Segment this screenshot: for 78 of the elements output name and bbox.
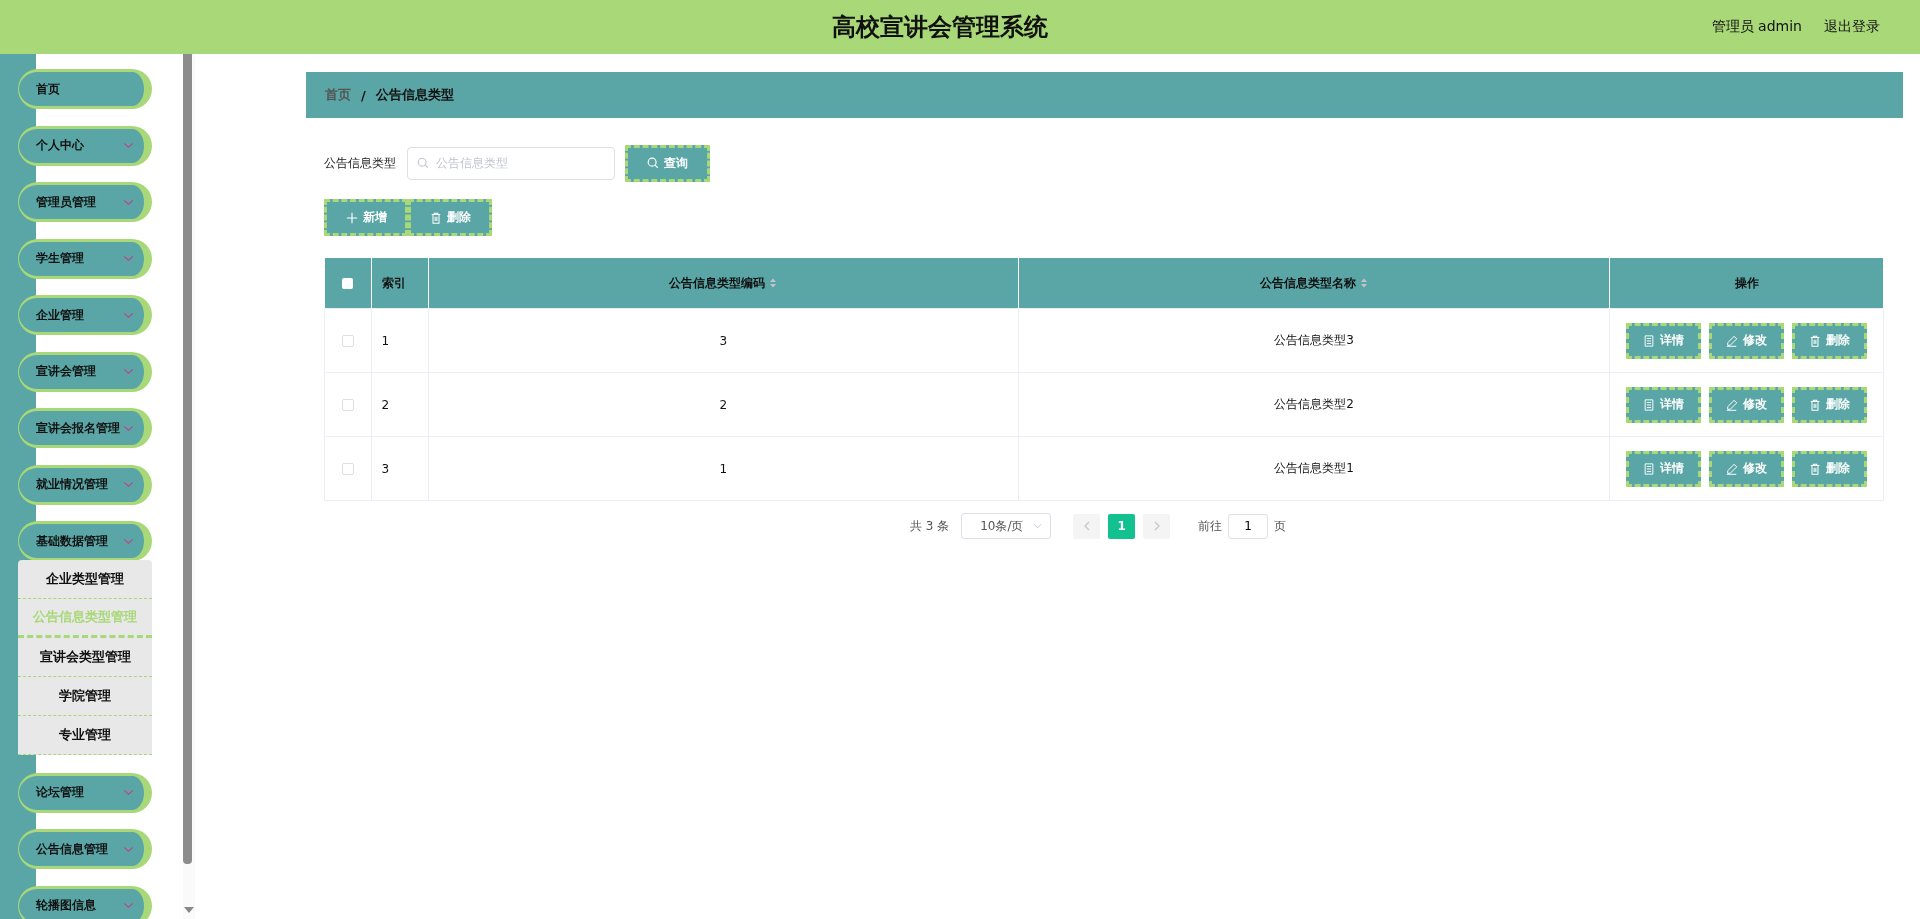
trash-icon xyxy=(1809,398,1821,411)
table-cell: 1 xyxy=(381,333,390,348)
menu-item[interactable]: 企业管理 xyxy=(18,295,152,335)
menu-item[interactable]: 个人中心 xyxy=(18,125,152,166)
submenu-item[interactable]: 学院管理 xyxy=(18,676,152,716)
chevron-left-icon xyxy=(1083,521,1090,531)
chevron-icon xyxy=(1033,523,1043,529)
app-title: 高校宣讲会管理系统 xyxy=(832,12,1048,43)
scrollbar[interactable] xyxy=(183,54,195,919)
total-count: 共 3 条 xyxy=(909,517,950,535)
table-cell: 2 xyxy=(381,397,390,412)
logout-link[interactable]: 退出登录 xyxy=(1824,18,1880,36)
chevron-right-icon xyxy=(1153,521,1160,531)
table-cell: 1 xyxy=(719,461,728,476)
pencil-icon xyxy=(1726,462,1738,475)
search-icon xyxy=(647,157,659,169)
page-suffix: 页 xyxy=(1274,517,1287,535)
row-checkbox[interactable] xyxy=(341,463,354,475)
down-arrow-icon[interactable] xyxy=(184,907,194,913)
chevron-icon xyxy=(123,424,134,432)
table-cell: 3 xyxy=(719,333,728,348)
table-cell: 3 xyxy=(381,461,390,476)
menu-item[interactable]: 宣讲会管理 xyxy=(18,351,152,392)
column-header[interactable]: 公告信息类型编码 xyxy=(669,274,766,292)
menu-item[interactable]: 首页 xyxy=(18,69,152,109)
menu-item[interactable]: 学生管理 xyxy=(18,238,152,279)
user-name: 管理员 admin xyxy=(1711,18,1802,36)
pencil-icon xyxy=(1726,334,1738,347)
chevron-icon xyxy=(123,255,134,262)
page-jump-field[interactable]: 1 xyxy=(1228,513,1269,539)
chevron-icon xyxy=(123,537,134,545)
submenu-item[interactable]: 宣讲会类型管理 xyxy=(18,637,152,677)
chevron-icon xyxy=(123,902,134,909)
pencil-icon xyxy=(1726,398,1738,411)
chevron-icon xyxy=(123,481,134,488)
menu-item[interactable]: 基础数据管理 xyxy=(18,521,152,561)
document-icon xyxy=(1643,398,1655,411)
page-size-select[interactable]: 10条/页 xyxy=(961,513,1052,539)
table-cell: 2 xyxy=(719,397,728,412)
row-checkbox[interactable] xyxy=(341,399,354,411)
table-cell: 公告信息类型3 xyxy=(1274,333,1354,347)
document-icon xyxy=(1643,462,1655,475)
document-icon xyxy=(1643,334,1655,347)
chevron-icon xyxy=(123,142,134,149)
chevron-icon xyxy=(123,368,134,375)
row-checkbox[interactable] xyxy=(341,335,354,347)
jump-label: 前往 xyxy=(1198,517,1223,535)
menu-item[interactable]: 轮播图信息 xyxy=(18,885,152,919)
search-field[interactable]: 公告信息类型 xyxy=(407,146,615,180)
submenu-item[interactable]: 企业类型管理 xyxy=(18,559,152,599)
trash-icon xyxy=(1809,462,1821,475)
menu-item[interactable]: 就业情况管理 xyxy=(18,464,152,505)
next-page-button[interactable] xyxy=(1143,513,1171,539)
submenu-item[interactable]: 专业管理 xyxy=(18,715,152,755)
column-header: 操作 xyxy=(1734,275,1759,290)
search-icon xyxy=(417,156,429,169)
table-cell: 公告信息类型1 xyxy=(1274,461,1354,475)
menu-item[interactable]: 论坛管理 xyxy=(18,772,152,813)
sort-icon[interactable] xyxy=(1360,277,1369,289)
chevron-icon xyxy=(123,311,134,319)
breadcrumb-separator: / xyxy=(361,87,366,103)
menu-item[interactable]: 公告信息管理 xyxy=(18,829,152,869)
trash-icon xyxy=(429,211,442,224)
chevron-icon xyxy=(123,198,134,206)
search-label: 公告信息类型 xyxy=(324,154,396,172)
previous-page-button[interactable] xyxy=(1073,513,1101,539)
plus-icon xyxy=(345,211,358,224)
trash-icon xyxy=(1809,334,1821,347)
table-cell: 公告信息类型2 xyxy=(1274,397,1354,411)
menu-item[interactable]: 宣讲会报名管理 xyxy=(18,408,152,448)
chevron-icon xyxy=(123,789,134,796)
sort-icon[interactable] xyxy=(769,277,778,289)
breadcrumb-current: 公告信息类型 xyxy=(375,86,454,104)
chevron-icon xyxy=(123,845,134,853)
column-header: 索引 xyxy=(381,275,406,290)
select-all-checkbox[interactable] xyxy=(342,278,353,289)
column-header[interactable]: 公告信息类型名称 xyxy=(1260,274,1357,292)
menu-item[interactable]: 管理员管理 xyxy=(18,182,152,222)
